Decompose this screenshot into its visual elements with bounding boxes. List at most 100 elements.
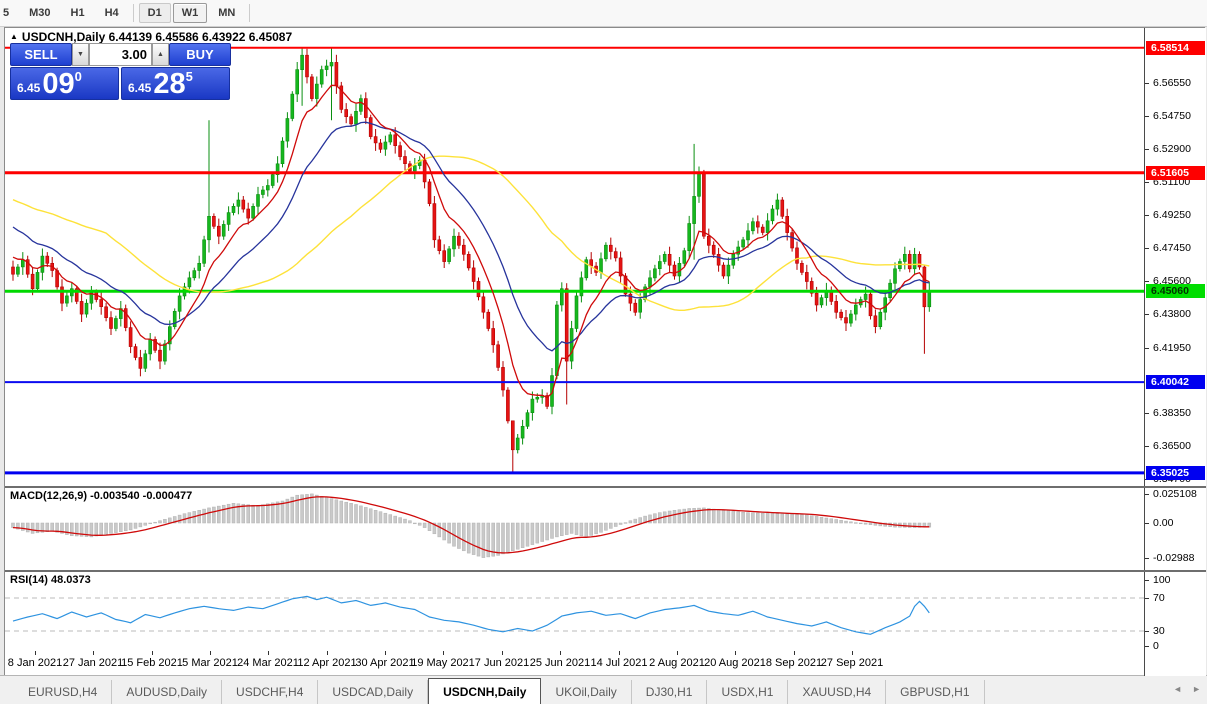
macd-tick-mark [1145,494,1149,495]
price-tick-label: 6.54750 [1153,110,1191,122]
pane-separator[interactable] [5,486,1206,488]
sell-button[interactable]: SELL [10,43,72,66]
price-tick-mark [1145,281,1149,282]
macd-tick-mark [1145,523,1149,524]
buy-price-display[interactable]: 6.45 28 5 [121,67,230,100]
price-chart-pane[interactable]: ▲USDCNH,Daily 6.44139 6.45586 6.43922 6.… [5,28,1144,486]
date-tick-label: 2 Aug 2021 [649,657,705,669]
price-level-tag: 6.51605 [1146,166,1205,180]
timeframe-button-m30[interactable]: M30 [20,3,59,23]
chart-tab-usdcnh[interactable]: USDCNH,Daily [428,678,541,704]
rsi-tick-label: 30 [1153,625,1165,637]
date-tick-mark [35,651,36,655]
macd-tick-label: -0.02988 [1153,552,1194,564]
rsi-tick-mark [1145,646,1149,647]
rsi-tick-label: 0 [1153,640,1159,652]
buy-price-prefix: 6.45 [128,81,151,95]
chart-window: ▲USDCNH,Daily 6.44139 6.45586 6.43922 6.… [4,27,1205,675]
date-tick-mark [268,651,269,655]
chart-tab-usdcad[interactable]: USDCAD,Daily [318,680,428,704]
buy-button[interactable]: BUY [169,43,231,66]
date-tick-mark [677,651,678,655]
sell-price-prefix: 6.45 [17,81,40,95]
price-level-tag: 6.40042 [1146,375,1205,389]
chart-tab-usdx[interactable]: USDX,H1 [707,680,788,704]
date-tick-mark [385,651,386,655]
buy-price-big: 28 [153,70,185,98]
timeframe-toolbar: 5M30H1H4 D1W1MN [0,0,1207,27]
timeframe-button-h4[interactable]: H4 [96,3,128,23]
date-tick-label: 15 Feb 2021 [121,657,183,669]
date-tick-mark [794,651,795,655]
volume-up-button[interactable]: ▲ [152,43,169,66]
macd-indicator-pane[interactable]: MACD(12,26,9) -0.003540 -0.000477 [5,488,1144,570]
tabs-scroll-right-icon[interactable]: ► [1192,684,1201,694]
toolbar-separator [249,4,250,22]
price-tick-mark [1145,182,1149,183]
sell-price-big: 09 [42,70,74,98]
date-tick-label: 12 Apr 2021 [297,657,356,669]
timeframe-button-5[interactable]: 5 [0,3,18,23]
date-tick-label: 19 May 2021 [411,657,475,669]
sell-price-pip: 0 [75,69,82,84]
price-level-tag: 6.58514 [1146,41,1205,55]
macd-tick-label: 0.025108 [1153,488,1197,500]
volume-down-button[interactable]: ▼ [72,43,89,66]
timeframe-button-w1[interactable]: W1 [173,3,208,23]
date-tick-mark [735,651,736,655]
date-tick-label: 27 Sep 2021 [821,657,883,669]
date-tick-mark [152,651,153,655]
date-tick-label: 27 Jan 2021 [63,657,124,669]
chart-title: ▲USDCNH,Daily 6.44139 6.45586 6.43922 6.… [10,30,292,44]
price-tick-mark [1145,446,1149,447]
rsi-tick-mark [1145,580,1149,581]
chart-tab-xauusd[interactable]: XAUUSD,H4 [788,680,886,704]
timeframe-button-mn[interactable]: MN [209,3,244,23]
price-tick-label: 6.52900 [1153,143,1191,155]
tabs-scroll-left-icon[interactable]: ◄ [1173,684,1182,694]
chart-tab-bar: EURUSD,H4AUDUSD,DailyUSDCHF,H4USDCAD,Dai… [0,675,1207,704]
timeframe-button-h1[interactable]: H1 [62,3,94,23]
chart-tab-gbpusd[interactable]: GBPUSD,H1 [886,680,984,704]
price-tick-mark [1145,248,1149,249]
sell-price-display[interactable]: 6.45 09 0 [10,67,119,100]
chart-tab-usdchf[interactable]: USDCHF,H4 [222,680,318,704]
rsi-tick-label: 100 [1153,574,1171,586]
date-tick-mark [93,651,94,655]
price-tick-mark [1145,314,1149,315]
chart-tab-ukoil[interactable]: UKOil,Daily [541,680,631,704]
rsi-chart[interactable] [5,572,1144,651]
pane-separator[interactable] [5,570,1206,572]
rsi-indicator-pane[interactable]: RSI(14) 48.0373 [5,572,1144,651]
macd-tick-mark [1145,558,1149,559]
chart-tab-audusd[interactable]: AUDUSD,Daily [112,680,222,704]
chart-symbol-icon: ▲ [10,32,18,41]
date-tick-label: 24 Mar 2021 [237,657,299,669]
rsi-tick-label: 70 [1153,592,1165,604]
chart-tab-eurusd[interactable]: EURUSD,H4 [14,680,112,704]
price-tick-label: 6.49250 [1153,209,1191,221]
price-tick-mark [1145,83,1149,84]
date-axis[interactable]: 8 Jan 202127 Jan 202115 Feb 20215 Mar 20… [5,651,1144,676]
date-tick-mark [502,651,503,655]
buy-price-pip: 5 [186,69,193,84]
date-tick-mark [443,651,444,655]
price-tick-mark [1145,149,1149,150]
price-level-tag: 6.45060 [1146,284,1205,298]
date-tick-label: 5 Mar 2021 [182,657,238,669]
toolbar-separator [133,4,134,22]
rsi-tick-mark [1145,631,1149,632]
date-tick-mark [210,651,211,655]
macd-tick-label: 0.00 [1153,517,1173,529]
date-tick-label: 30 Apr 2021 [355,657,414,669]
timeframe-button-d1[interactable]: D1 [139,3,171,23]
volume-input[interactable]: 3.00 [89,43,152,66]
date-tick-label: 14 Jul 2021 [591,657,648,669]
chart-symbol: USDCNH,Daily [22,30,105,44]
price-tick-label: 6.43800 [1153,308,1191,320]
price-axis[interactable]: 6.565506.547506.529006.511006.492506.474… [1144,28,1206,676]
date-tick-mark [560,651,561,655]
chart-tab-dj30[interactable]: DJ30,H1 [632,680,708,704]
date-tick-label: 8 Sep 2021 [766,657,822,669]
date-tick-label: 25 Jun 2021 [530,657,591,669]
